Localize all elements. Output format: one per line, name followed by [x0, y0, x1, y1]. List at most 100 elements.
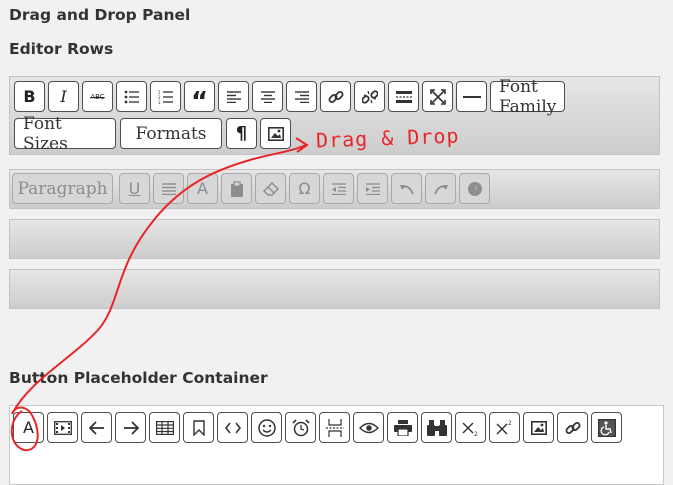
omega-icon: Ω — [298, 179, 311, 198]
text-color-button[interactable]: A — [13, 412, 44, 443]
undo-icon — [399, 184, 414, 194]
anchor-button[interactable] — [183, 412, 214, 443]
preview-button[interactable] — [353, 412, 384, 443]
text-color-icon: A — [23, 418, 34, 437]
arrow-right-icon — [123, 420, 139, 435]
button-placeholder-container[interactable]: A 2 2 — [9, 405, 664, 485]
justify-icon — [161, 182, 176, 195]
formats-label: Formats — [135, 123, 207, 144]
redo-arrow-button[interactable] — [115, 412, 146, 443]
special-character-button[interactable]: Ω — [289, 173, 320, 204]
datetime-button[interactable] — [285, 412, 316, 443]
wheelchair-icon — [597, 418, 616, 437]
find-button[interactable] — [421, 412, 452, 443]
bold-button[interactable]: B — [14, 81, 45, 112]
clear-formatting-button[interactable] — [255, 173, 286, 204]
eye-icon — [358, 422, 379, 433]
table-icon — [155, 420, 174, 435]
font-family-label: Font Family — [499, 76, 557, 117]
font-family-select[interactable]: Font Family — [490, 77, 566, 117]
font-sizes-label: Font Sizes — [23, 113, 68, 154]
drag-drop-annotation: Drag & Drop — [315, 123, 460, 153]
align-center-button[interactable] — [252, 81, 283, 112]
paragraph-select[interactable]: Paragraph — [12, 173, 113, 204]
fullscreen-button[interactable] — [422, 81, 453, 112]
accessibility-button[interactable] — [591, 412, 622, 443]
svg-text:2: 2 — [508, 420, 512, 427]
undo-button[interactable] — [391, 173, 422, 204]
bookmark-icon — [192, 419, 205, 436]
strikethrough-button[interactable]: ABC — [82, 81, 113, 112]
insert-image-button[interactable] — [260, 118, 291, 149]
read-more-button[interactable] — [388, 81, 419, 112]
italic-icon: I — [60, 87, 67, 106]
subscript-icon: 2 — [462, 422, 478, 436]
panel-title: Drag and Drop Panel — [9, 6, 191, 24]
underline-button[interactable]: U — [119, 173, 150, 204]
blockquote-button[interactable]: “ — [184, 81, 215, 117]
table-button[interactable] — [149, 412, 180, 443]
paragraph-mark-button[interactable]: ¶ — [226, 118, 257, 149]
help-icon: ? — [467, 181, 482, 196]
bold-icon: B — [23, 87, 36, 106]
read-more-icon — [395, 90, 412, 103]
numbered-list-button[interactable]: 123 — [150, 81, 181, 112]
alarm-clock-icon — [291, 418, 310, 436]
align-left-button[interactable] — [218, 81, 249, 112]
link-button[interactable] — [557, 412, 588, 443]
paragraph-label: Paragraph — [17, 178, 108, 199]
strikethrough-icon: ABC — [90, 92, 105, 101]
text-color-button[interactable]: A — [187, 173, 218, 204]
indent-button[interactable] — [357, 173, 388, 204]
image-icon — [267, 126, 284, 141]
fullscreen-icon — [429, 88, 446, 105]
italic-button[interactable]: I — [48, 81, 79, 112]
insert-link-button[interactable] — [320, 81, 351, 112]
media-button[interactable] — [47, 412, 78, 443]
page-break-button[interactable] — [319, 412, 350, 443]
link-icon — [328, 90, 343, 103]
svg-text:2: 2 — [474, 431, 478, 436]
redo-button[interactable] — [425, 173, 456, 204]
align-right-button[interactable] — [286, 81, 317, 112]
font-sizes-select[interactable]: Font Sizes — [14, 114, 116, 154]
film-icon — [53, 420, 72, 435]
outdent-icon — [331, 182, 346, 195]
align-right-icon — [294, 90, 309, 103]
image-icon — [530, 420, 547, 435]
editor-row-3 — [9, 219, 660, 259]
indent-icon — [365, 182, 380, 195]
print-button[interactable] — [387, 412, 418, 443]
bullet-list-button[interactable] — [116, 81, 147, 112]
code-icon — [224, 422, 241, 433]
editor-rows-title: Editor Rows — [9, 40, 114, 58]
bullet-list-icon — [124, 90, 139, 103]
remove-link-button[interactable] — [354, 81, 385, 112]
clipboard-icon — [230, 180, 243, 197]
smiley-icon — [257, 418, 276, 437]
formats-select[interactable]: Formats — [120, 118, 222, 149]
help-button[interactable]: ? — [459, 173, 490, 204]
code-button[interactable] — [217, 412, 248, 443]
emoticons-button[interactable] — [251, 412, 282, 443]
image-button[interactable] — [523, 412, 554, 443]
pilcrow-icon: ¶ — [235, 123, 248, 144]
superscript-icon: 2 — [496, 420, 512, 434]
paste-text-button[interactable] — [221, 173, 252, 204]
subscript-button[interactable]: 2 — [455, 412, 486, 443]
horizontal-rule-button[interactable] — [456, 81, 487, 112]
align-left-icon — [226, 90, 241, 103]
page-break-icon — [325, 418, 344, 437]
blockquote-icon: “ — [190, 86, 209, 117]
eraser-icon — [262, 181, 279, 196]
underline-icon: U — [128, 179, 141, 198]
editor-row-4 — [9, 269, 660, 309]
outdent-button[interactable] — [323, 173, 354, 204]
undo-arrow-button[interactable] — [81, 412, 112, 443]
horizontal-rule-icon — [462, 95, 481, 98]
align-center-icon — [260, 90, 275, 103]
svg-text:3: 3 — [158, 100, 161, 104]
justify-button[interactable] — [153, 173, 184, 204]
superscript-button[interactable]: 2 — [489, 412, 520, 443]
text-color-icon: A — [197, 179, 208, 198]
